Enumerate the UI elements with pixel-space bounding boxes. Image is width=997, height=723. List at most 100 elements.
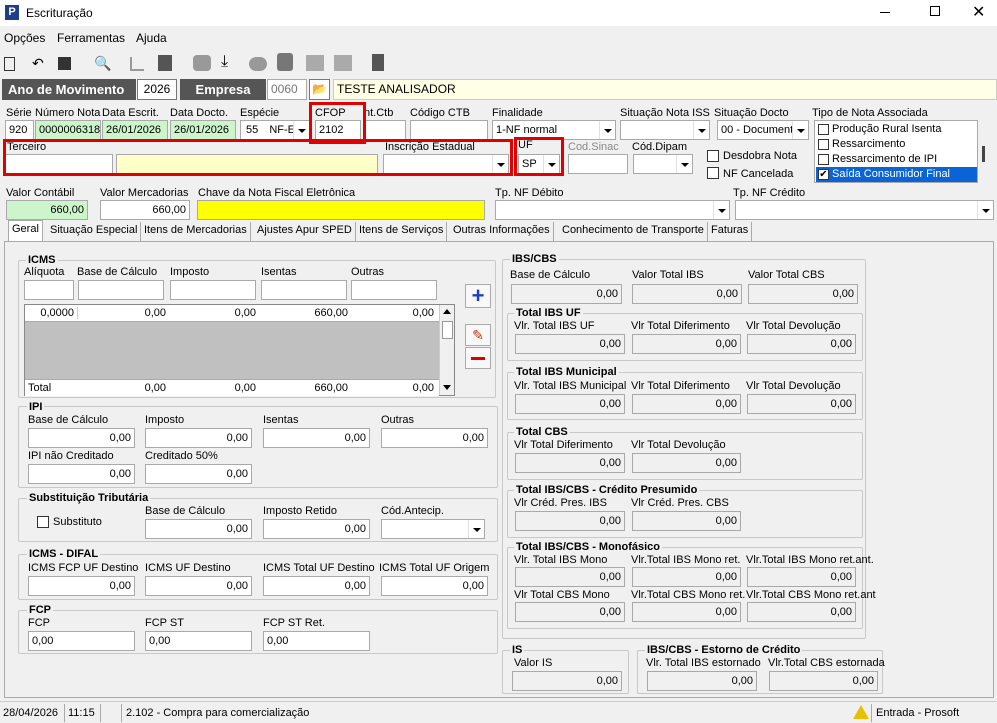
table-row[interactable]: 0,0000 0,00 0,00 660,00 0,00 xyxy=(25,305,439,322)
chevron-down-icon[interactable] xyxy=(693,121,709,139)
substituto-checkbox[interactable] xyxy=(37,516,49,528)
menu-opcoes[interactable]: Opções xyxy=(4,31,45,45)
list-item[interactable]: Produção Rural Isenta xyxy=(816,122,977,137)
ipi-isentas-field[interactable]: 0,00 xyxy=(263,428,370,448)
tab-itens-servicos[interactable]: Itens de Serviços xyxy=(356,222,448,241)
icms-imposto-input[interactable] xyxy=(170,280,256,300)
tab-conhecimento[interactable]: Conhecimento de Transporte xyxy=(559,222,708,241)
chave-field[interactable] xyxy=(197,200,485,220)
tab-outras-informacoes[interactable]: Outras Informações xyxy=(450,222,554,241)
cloud-icon[interactable] xyxy=(249,57,267,71)
data-escrit-field[interactable]: 26/01/2026 xyxy=(102,120,168,140)
scroll-thumb[interactable] xyxy=(442,321,453,339)
chevron-down-icon[interactable] xyxy=(599,121,615,139)
add-icon[interactable]: + xyxy=(465,284,491,308)
cod-dipam-select[interactable] xyxy=(633,154,693,174)
valor-contabil-field[interactable]: 660,00 xyxy=(6,200,88,220)
new-icon[interactable] xyxy=(4,57,15,71)
empresa-codigo-field[interactable]: 0060 xyxy=(267,79,307,100)
ano-field[interactable]: 2026 xyxy=(137,79,177,100)
chevron-down-icon[interactable] xyxy=(713,201,729,219)
tab-geral[interactable]: Geral xyxy=(8,220,43,242)
checkbox-checked[interactable]: ✔ xyxy=(818,169,829,180)
scroll-down-icon[interactable] xyxy=(443,385,451,390)
chevron-down-icon[interactable] xyxy=(676,155,692,173)
st-retido-field[interactable]: 0,00 xyxy=(263,519,370,539)
icms-base-input[interactable] xyxy=(78,280,164,300)
chevron-down-icon[interactable] xyxy=(468,520,484,538)
icms-aliquota-input[interactable] xyxy=(24,280,74,300)
exit-door-icon[interactable] xyxy=(372,54,384,71)
ipi-cred50-field[interactable]: 0,00 xyxy=(145,464,252,484)
sit-docto-select[interactable]: 00 - Document xyxy=(717,120,809,140)
menu-ajuda[interactable]: Ajuda xyxy=(136,31,167,45)
list-item[interactable]: Ressarcimento xyxy=(816,137,977,152)
list-item[interactable]: Ressarcimento de IPI xyxy=(816,152,977,167)
edit-icon[interactable]: ✎ xyxy=(465,324,491,346)
tipo-nota-list[interactable]: Produção Rural Isenta Ressarcimento Ress… xyxy=(814,120,985,183)
maximize-icon[interactable] xyxy=(930,6,940,16)
save-icon[interactable] xyxy=(58,57,71,70)
contctb-field[interactable] xyxy=(364,120,406,140)
ipi-imposto-field[interactable]: 0,00 xyxy=(145,428,252,448)
fcp-st-field[interactable]: 0,00 xyxy=(145,631,252,651)
st-antecip-select[interactable] xyxy=(381,519,485,539)
desdobra-checkbox[interactable] xyxy=(707,150,719,162)
serie-field[interactable]: 920 xyxy=(5,120,34,140)
codigo-ctb-field[interactable] xyxy=(410,120,488,140)
minimize-icon[interactable] xyxy=(880,12,890,13)
grid-scrollbar[interactable] xyxy=(439,305,454,395)
undo-icon[interactable]: ↶ xyxy=(32,55,48,71)
calculator-icon[interactable] xyxy=(158,55,172,71)
list-icon[interactable] xyxy=(130,57,144,71)
icms-isentas-input[interactable] xyxy=(261,280,347,300)
numero-field[interactable]: 0000006318 xyxy=(35,120,101,140)
download-icon[interactable]: ⤓ xyxy=(221,53,237,70)
checkbox[interactable] xyxy=(818,139,829,150)
cell: 660,00 xyxy=(314,307,348,319)
chevron-down-icon[interactable] xyxy=(977,201,993,219)
list-item-selected[interactable]: ✔ Saída Consumidor Final xyxy=(816,167,977,182)
icms-outras-input[interactable] xyxy=(351,280,437,300)
tp-debito-select[interactable] xyxy=(495,200,730,220)
tp-credito-select[interactable] xyxy=(735,200,994,220)
list-scrollbar[interactable] xyxy=(982,146,985,162)
sit-iss-select[interactable] xyxy=(620,120,710,140)
difal-fcp-field[interactable]: 0,00 xyxy=(28,576,135,596)
st-base-field[interactable]: 0,00 xyxy=(145,519,252,539)
data-docto-label: Data Docto. xyxy=(170,107,229,119)
difal-uf-dest-field[interactable]: 0,00 xyxy=(145,576,252,596)
especie-select[interactable]: 55 NF-E xyxy=(240,120,310,140)
tab-faturas[interactable]: Faturas xyxy=(708,222,753,241)
gray-box-icon[interactable] xyxy=(306,55,324,71)
fcp-st-ret-field[interactable]: 0,00 xyxy=(263,631,370,651)
valor-merc-field[interactable]: 660,00 xyxy=(100,200,190,220)
nf-cancelada-checkbox[interactable] xyxy=(707,167,719,179)
remove-icon[interactable] xyxy=(465,347,491,369)
checkbox[interactable] xyxy=(818,154,829,165)
ipi-base-field[interactable]: 0,00 xyxy=(28,428,135,448)
scroll-up-icon[interactable] xyxy=(443,309,451,314)
ipi-isentas-label: Isentas xyxy=(263,414,299,426)
tab-situacao-especial[interactable]: Situação Especial xyxy=(47,222,142,241)
menu-ferramentas[interactable]: Ferramentas xyxy=(57,31,125,45)
preview-icon[interactable]: 🔍 xyxy=(94,55,111,71)
cib-icon[interactable] xyxy=(277,53,293,71)
tp-credito-label: Tp. NF Crédito xyxy=(733,187,806,199)
icms-grid[interactable]: 0,0000 0,00 0,00 660,00 0,00 Total 0,00 … xyxy=(24,304,455,396)
folder-open-icon[interactable]: 📂 xyxy=(309,79,330,100)
close-icon[interactable]: ✕ xyxy=(972,2,985,22)
chevron-down-icon[interactable] xyxy=(293,121,309,139)
ipi-nao-cred-field[interactable]: 0,00 xyxy=(28,464,135,484)
checkbox[interactable] xyxy=(818,124,829,135)
document-icon[interactable] xyxy=(193,55,211,71)
chevron-down-icon[interactable] xyxy=(792,121,808,139)
ipi-outras-field[interactable]: 0,00 xyxy=(381,428,488,448)
difal-total-orig-field[interactable]: 0,00 xyxy=(381,576,488,596)
fcp-fcp-field[interactable]: 0,00 xyxy=(28,631,135,651)
tab-itens-mercadorias[interactable]: Itens de Mercadorias xyxy=(141,222,251,241)
tab-ajustes-apur[interactable]: Ajustes Apur SPED xyxy=(254,222,356,241)
gray-box2-icon[interactable] xyxy=(334,55,352,71)
data-docto-field[interactable]: 26/01/2026 xyxy=(170,120,236,140)
difal-total-dest-field[interactable]: 0,00 xyxy=(263,576,370,596)
